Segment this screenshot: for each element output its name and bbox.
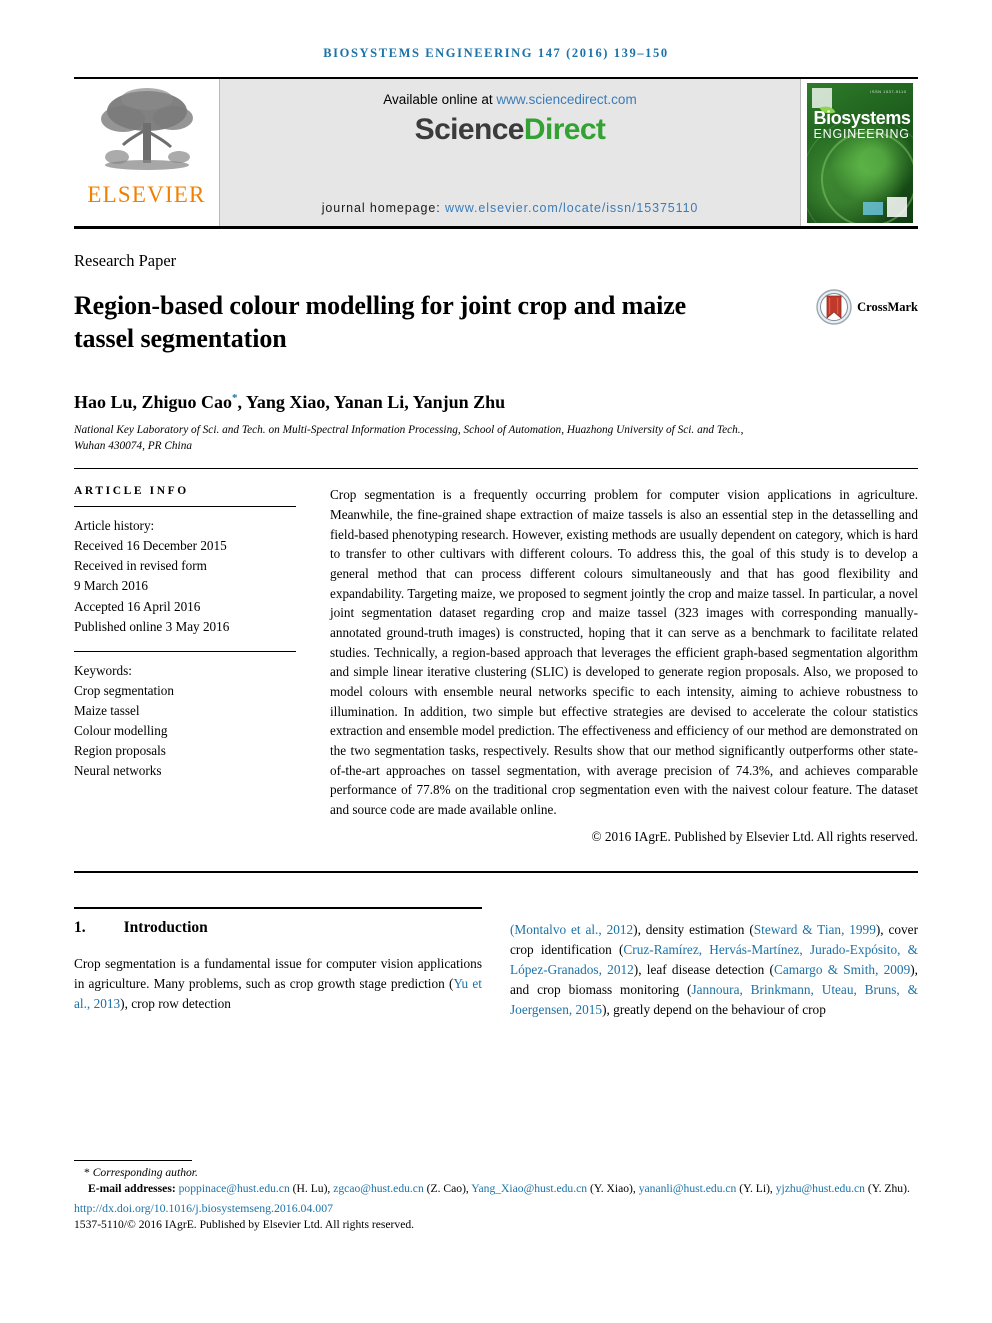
- corresponding-author-star: *: [84, 1166, 90, 1179]
- intro-paragraph-right: (Montalvo et al., 2012), density estimat…: [510, 920, 918, 1020]
- publisher-block: ELSEVIER: [74, 79, 220, 226]
- intro-text: ), greatly depend on the behaviour of cr…: [602, 1001, 826, 1017]
- citation-link[interactable]: Camargo & Smith, 2009: [774, 962, 910, 977]
- section-number: 1.: [74, 918, 86, 936]
- sciencedirect-logo-direct: Direct: [523, 113, 606, 146]
- article-header: Research Paper Region-based colour model…: [74, 251, 918, 454]
- issn-copyright-line: 1537-5110/© 2016 IAgrE. Published by Els…: [74, 1218, 415, 1232]
- email-link[interactable]: Yang_Xiao@hust.edu.cn: [471, 1182, 587, 1195]
- divider-below-abstract: [74, 870, 918, 873]
- keyword-item: Neural networks: [74, 762, 162, 778]
- article-info-column: ARTICLE INFO Article history: Received 1…: [74, 485, 296, 844]
- author-affiliation: National Key Laboratory of Sci. and Tech…: [74, 423, 744, 452]
- email-addresses-note: E-mail addresses: poppinace@hust.edu.cn …: [74, 1181, 918, 1197]
- crossmark-icon: [816, 289, 852, 325]
- corresponding-author-text: Corresponding author.: [92, 1166, 198, 1179]
- cover-society-logo-icon: [862, 201, 883, 215]
- abstract-column: Crop segmentation is a frequently occurr…: [330, 485, 918, 844]
- email-owner: (Y. Li),: [736, 1182, 776, 1195]
- page-title: Region-based colour modelling for joint …: [74, 291, 687, 353]
- section-title: Introduction: [123, 918, 208, 936]
- crossmark-badge[interactable]: CrossMark: [816, 289, 918, 325]
- email-link[interactable]: zgcao@hust.edu.cn: [333, 1182, 424, 1195]
- abstract-copyright: © 2016 IAgrE. Published by Elsevier Ltd.…: [591, 828, 918, 844]
- journal-running-head: BIOSYSTEMS ENGINEERING 147 (2016) 139–15…: [323, 46, 669, 60]
- email-label: E-mail addresses:: [88, 1182, 176, 1195]
- section-rule: [74, 906, 482, 909]
- abstract-section: ARTICLE INFO Article history: Received 1…: [74, 485, 918, 844]
- intro-text: ), density estimation (: [633, 921, 754, 937]
- article-history-block: Article history: Received 16 December 20…: [74, 516, 296, 636]
- history-item: Published online 3 May 2016: [74, 618, 230, 634]
- email-owner: (Y. Xiao),: [587, 1182, 639, 1195]
- email-owner: (H. Lu),: [289, 1182, 334, 1195]
- cover-title-line2: ENGINEERING: [813, 126, 910, 141]
- keywords-divider: [74, 650, 296, 652]
- section-heading-introduction: 1. Introduction: [74, 919, 482, 937]
- email-link[interactable]: yjzhu@hust.edu.cn: [776, 1182, 865, 1195]
- body-column-right: (Montalvo et al., 2012), density estimat…: [510, 907, 918, 1033]
- doi-link[interactable]: http://dx.doi.org/10.1016/j.biosystemsen…: [74, 1201, 918, 1216]
- citation-link[interactable]: Steward & Tian, 1999: [754, 922, 876, 937]
- intro-text: ), leaf disease detection (: [633, 961, 774, 977]
- paper-page: BIOSYSTEMS ENGINEERING 147 (2016) 139–15…: [0, 0, 992, 1323]
- body-column-left: 1. Introduction Crop segmentation is a f…: [74, 906, 482, 1033]
- keyword-item: Colour modelling: [74, 722, 168, 738]
- email-owner: (Y. Zhu).: [864, 1182, 910, 1195]
- sciencedirect-link[interactable]: www.sciencedirect.com: [496, 92, 636, 107]
- keyword-item: Crop segmentation: [74, 682, 174, 698]
- history-item: Received in revised form: [74, 558, 207, 574]
- journal-homepage-line: journal homepage: www.elsevier.com/locat…: [220, 201, 800, 215]
- footnote-divider: [74, 1160, 192, 1161]
- body-columns: 1. Introduction Crop segmentation is a f…: [74, 906, 918, 1033]
- divider-above-abstract: [74, 468, 918, 470]
- crossmark-label: CrossMark: [857, 299, 918, 314]
- keywords-block: Keywords: Crop segmentation Maize tassel…: [74, 661, 296, 781]
- intro-text-a: Crop segmentation is a fundamental issue…: [74, 955, 482, 991]
- email-link[interactable]: yananli@hust.edu.cn: [639, 1182, 737, 1195]
- email-link[interactable]: poppinace@hust.edu.cn: [179, 1182, 290, 1195]
- cover-title-line1: Biosystems: [813, 107, 911, 128]
- sciencedirect-banner: Available online at www.sciencedirect.co…: [220, 79, 800, 226]
- cover-publisher-badge-icon: [811, 87, 832, 108]
- citation-link[interactable]: (Montalvo et al., 2012: [510, 922, 633, 937]
- available-online-text: Available online at: [383, 92, 497, 107]
- history-item: 9 March 2016: [74, 578, 148, 594]
- cover-title: Biosystems ENGINEERING: [814, 109, 911, 141]
- available-online-line: Available online at www.sciencedirect.co…: [383, 92, 636, 107]
- article-type-kicker: Research Paper: [74, 251, 177, 270]
- history-item: Received 16 December 2015: [74, 538, 227, 554]
- email-owner: (Z. Cao),: [423, 1182, 472, 1195]
- intro-text-b: ), crop row detection: [120, 995, 231, 1011]
- authors-primary: Hao Lu, Zhiguo Cao: [74, 391, 233, 412]
- article-info-divider: [74, 506, 296, 508]
- elsevier-tree-icon: [100, 88, 193, 170]
- cover-iagre-logo-icon: [886, 196, 907, 217]
- keyword-item: Maize tassel: [74, 702, 140, 718]
- elsevier-wordmark: ELSEVIER: [87, 182, 206, 207]
- history-item: Accepted 16 April 2016: [74, 598, 201, 614]
- abstract-text: Crop segmentation is a frequently occurr…: [330, 487, 918, 817]
- keywords-label: Keywords:: [74, 662, 132, 678]
- journal-cover-image: ISSN 1537-5110 Biosystems ENGINEERING: [806, 82, 913, 223]
- corresponding-author-note: * Corresponding author.: [74, 1166, 918, 1179]
- cover-issn-text: ISSN 1537-5110: [870, 88, 907, 94]
- article-info-heading: ARTICLE INFO: [74, 485, 189, 498]
- keyword-item: Region proposals: [74, 742, 166, 758]
- page-footnotes: * Corresponding author. E-mail addresses…: [74, 1160, 918, 1231]
- authors-secondary: , Yang Xiao, Yanan Li, Yanjun Zhu: [237, 391, 506, 412]
- journal-homepage-label: journal homepage:: [321, 201, 445, 215]
- article-history-label: Article history:: [74, 518, 155, 534]
- sciencedirect-logo-science: Science: [414, 113, 525, 146]
- journal-homepage-url[interactable]: www.elsevier.com/locate/issn/15375110: [445, 201, 698, 215]
- author-list: Hao Lu, Zhiguo Cao*, Yang Xiao, Yanan Li…: [74, 392, 918, 413]
- journal-cover-block: ISSN 1537-5110 Biosystems ENGINEERING: [800, 79, 918, 226]
- intro-paragraph-left: Crop segmentation is a fundamental issue…: [74, 954, 482, 1014]
- sciencedirect-logo[interactable]: ScienceDirect: [415, 113, 606, 147]
- journal-masthead: ELSEVIER Available online at www.science…: [74, 77, 918, 229]
